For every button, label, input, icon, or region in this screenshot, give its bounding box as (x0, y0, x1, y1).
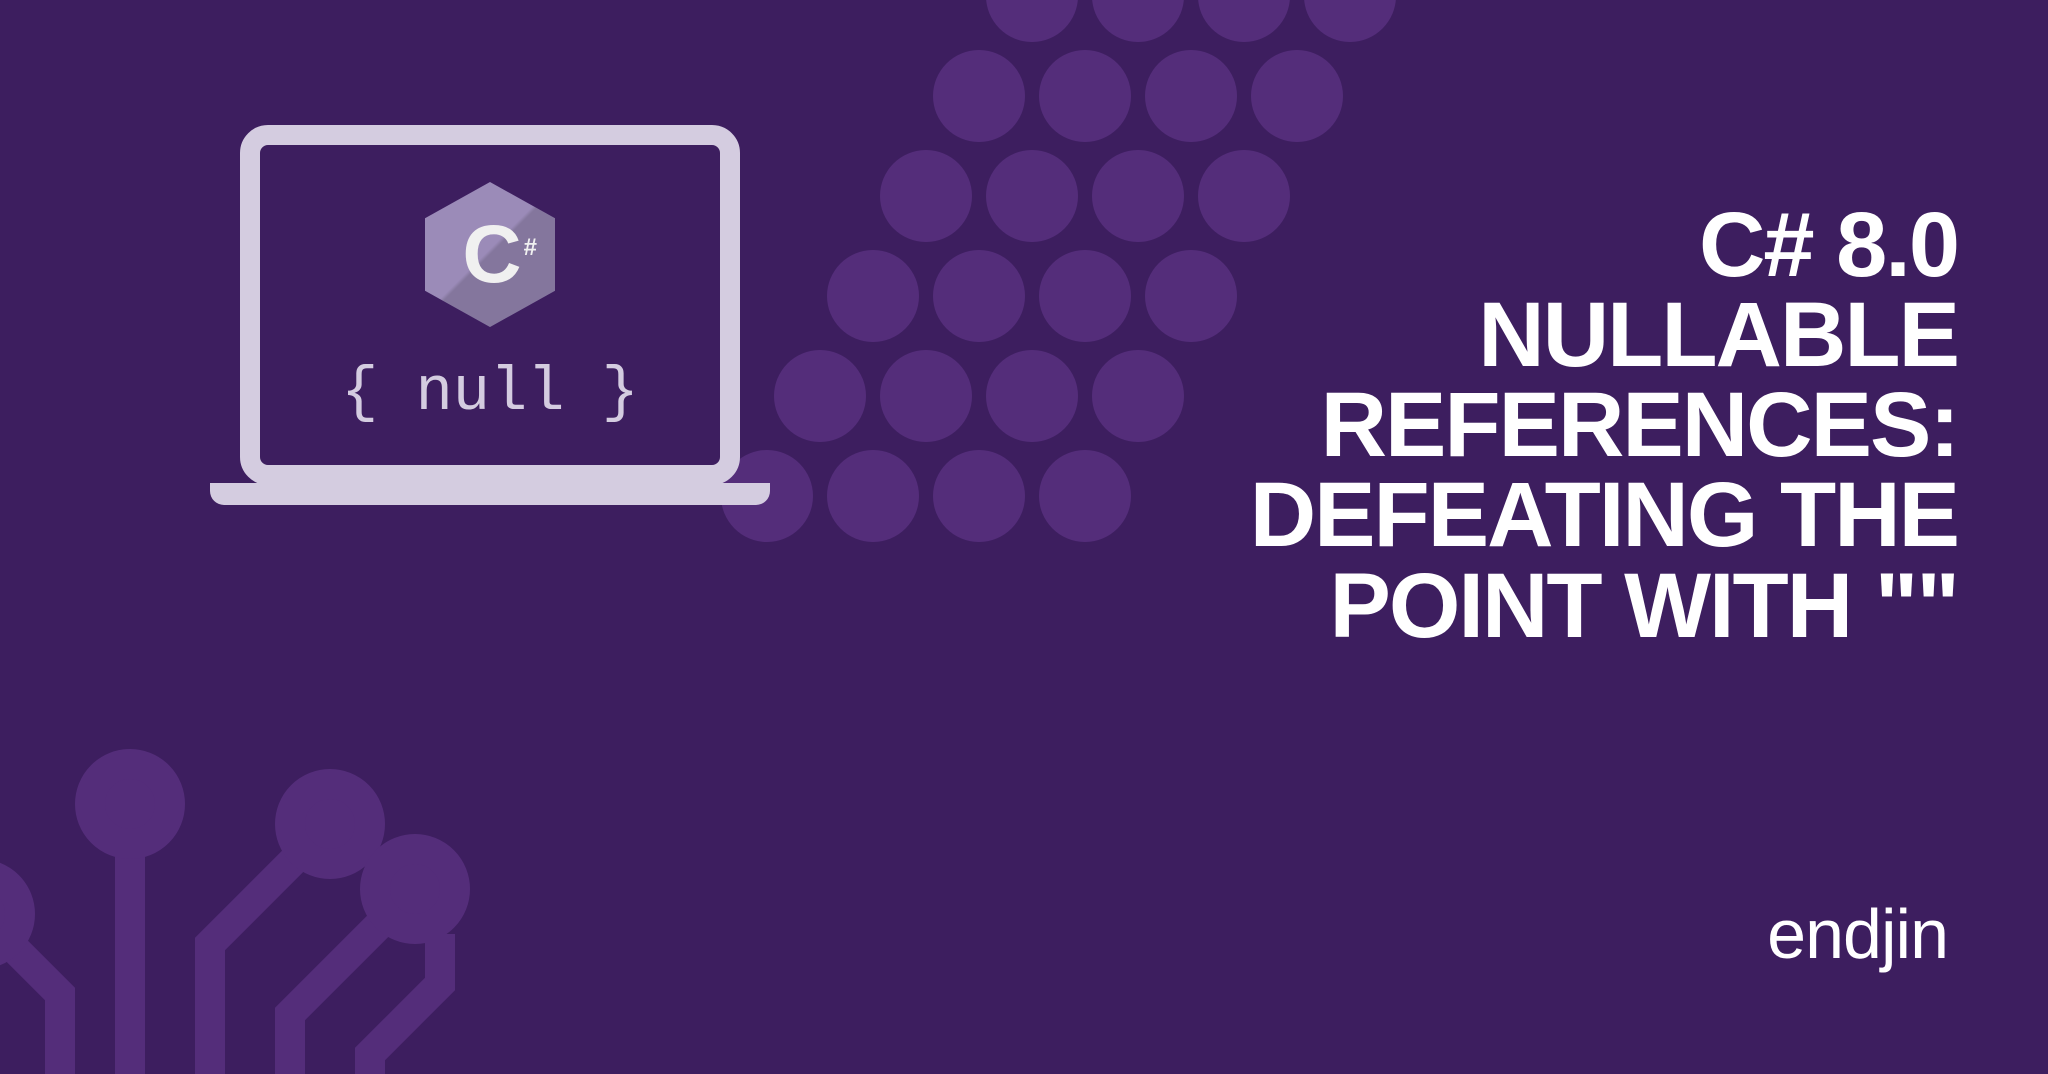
laptop-base (210, 483, 770, 505)
title-line-3: REFERENCES: (1250, 380, 1958, 470)
csharp-logo-icon: C # (425, 182, 555, 327)
laptop-screen: C # { null } (240, 125, 740, 485)
null-code-label: { null } (341, 357, 639, 428)
title-line-5: POINT WITH "" (1250, 561, 1958, 651)
article-title: C# 8.0 NULLABLE REFERENCES: DEFEATING TH… (1250, 200, 1958, 651)
brand-logo: endjin (1767, 894, 1948, 974)
logo-letter: C (462, 208, 517, 302)
logo-hash: # (524, 234, 537, 262)
laptop-illustration: C # { null } (210, 125, 770, 575)
title-line-1: C# 8.0 (1250, 200, 1958, 290)
title-line-4: DEFEATING THE (1250, 470, 1958, 560)
title-line-2: NULLABLE (1250, 290, 1958, 380)
